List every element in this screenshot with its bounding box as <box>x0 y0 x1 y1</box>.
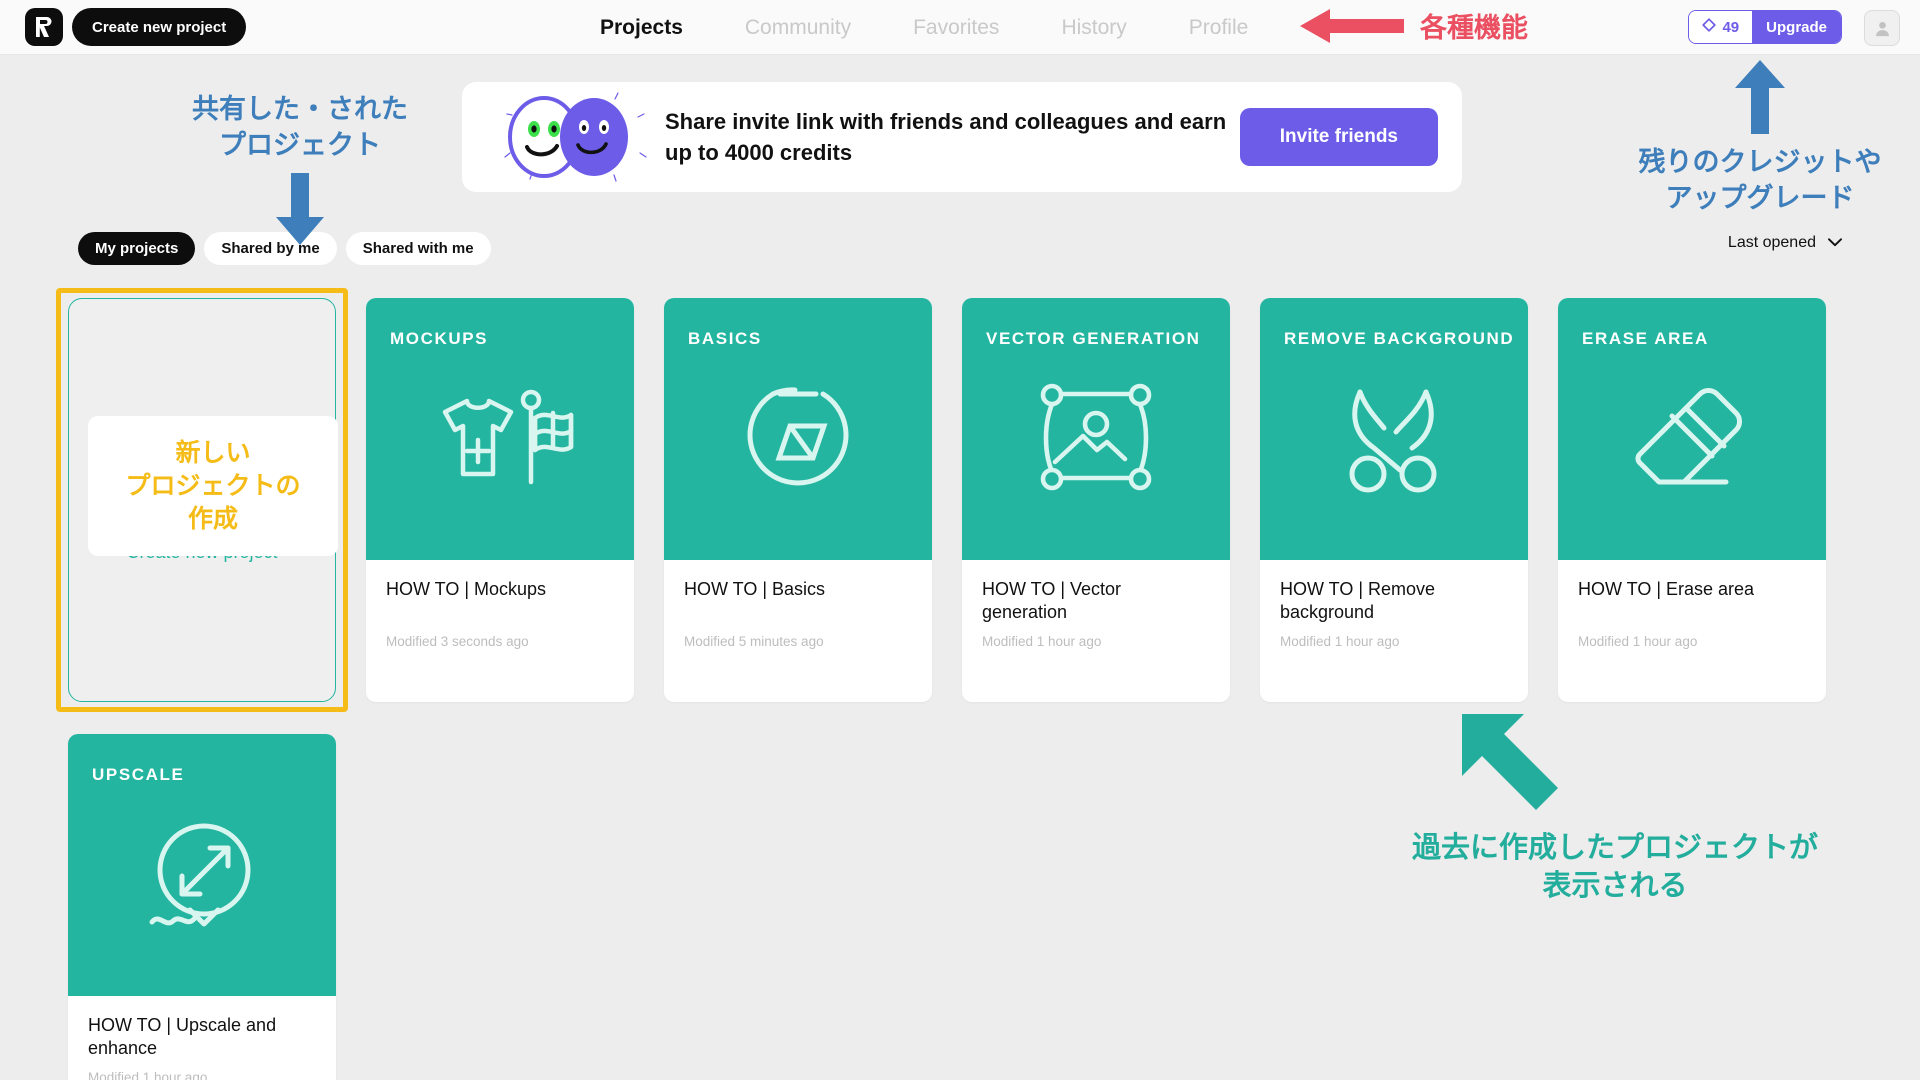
project-card-remove-background[interactable]: REMOVE BACKGROUND HOW TO | Remove backgr… <box>1260 298 1528 702</box>
card-modified: Modified 3 seconds ago <box>386 634 529 649</box>
chevron-down-icon <box>1828 234 1842 252</box>
annotation-credits-upgrade: 残りのクレジットや アップグレード <box>1600 58 1920 216</box>
annotation-shared-projects-text: 共有した・された プロジェクト <box>192 94 408 160</box>
card-title: HOW TO | Erase area <box>1578 579 1755 599</box>
tshirt-flag-icon <box>366 382 634 492</box>
page-root: Create new project Projects Community Fa… <box>0 0 1920 1080</box>
user-avatar-icon <box>1875 21 1889 36</box>
annotation-credits-upgrade-text: 残りのクレジットや アップグレード <box>1638 147 1882 213</box>
nav-item-projects[interactable]: Projects <box>600 16 683 40</box>
card-kicker: UPSCALE <box>92 765 185 784</box>
card-title: HOW TO | Upscale and enhance <box>88 1015 277 1059</box>
projects-grid: Create new project MOCKUPS <box>68 298 1858 1080</box>
card-body: HOW TO | Erase area Modified 1 hour ago <box>1558 560 1826 702</box>
app-header: Create new project Projects Community Fa… <box>0 0 1920 55</box>
card-kicker: MOCKUPS <box>390 329 489 348</box>
project-card-mockups[interactable]: MOCKUPS HOW TO | Mockups Modified 3 seco… <box>366 298 634 702</box>
card-body: HOW TO | Remove background Modified 1 ho… <box>1260 560 1528 702</box>
nav-item-history[interactable]: History <box>1061 16 1126 40</box>
annotation-new-project-box: 新しい プロジェクトの 作成 <box>88 416 338 556</box>
card-thumbnail: UPSCALE <box>68 734 336 996</box>
card-kicker: ERASE AREA <box>1582 329 1709 348</box>
card-kicker: BASICS <box>688 329 762 348</box>
card-thumbnail: MOCKUPS <box>366 298 634 560</box>
nav-item-community[interactable]: Community <box>745 16 851 40</box>
invite-banner-text: Share invite link with friends and colle… <box>665 108 1227 165</box>
card-thumbnail: VECTOR GENERATION <box>962 298 1230 560</box>
nav-item-profile[interactable]: Profile <box>1189 16 1249 40</box>
nav-item-favorites[interactable]: Favorites <box>913 16 999 40</box>
project-card-upscale[interactable]: UPSCALE HOW TO | Upscale and enhance Mod… <box>68 734 336 1080</box>
invite-friends-button[interactable]: Invite friends <box>1239 108 1438 166</box>
scissors-icon <box>1260 382 1528 498</box>
circle-shape-icon <box>664 382 932 500</box>
credits-upgrade-group: 49 Upgrade <box>1688 10 1842 44</box>
card-title: HOW TO | Vector generation <box>982 579 1122 623</box>
card-thumbnail: BASICS <box>664 298 932 560</box>
card-modified: Modified 1 hour ago <box>1280 634 1400 649</box>
card-title: HOW TO | Mockups <box>386 579 547 599</box>
annotation-new-project-text: 新しい プロジェクトの 作成 <box>125 438 301 533</box>
card-title: HOW TO | Remove background <box>1280 579 1436 623</box>
recraft-logo-icon[interactable] <box>25 8 63 46</box>
eraser-icon <box>1558 382 1826 498</box>
main-nav: Projects Community Favorites History Pro… <box>600 0 1248 55</box>
upscale-magnifier-icon <box>68 818 336 942</box>
card-kicker: VECTOR GENERATION <box>986 329 1201 348</box>
card-kicker: REMOVE BACKGROUND <box>1284 329 1515 348</box>
tab-my-projects[interactable]: My projects <box>78 232 196 265</box>
avatar[interactable] <box>1864 10 1900 46</box>
up-arrow-icon <box>1600 58 1920 139</box>
card-modified: Modified 1 hour ago <box>88 1070 208 1080</box>
invite-banner: Share invite link with friends and colle… <box>462 82 1462 192</box>
card-title: HOW TO | Basics <box>684 579 826 599</box>
card-modified: Modified 1 hour ago <box>1578 634 1698 649</box>
annotation-shared-projects: 共有した・された プロジェクト <box>150 92 450 252</box>
card-body: HOW TO | Mockups Modified 3 seconds ago <box>366 560 634 702</box>
diamond-icon <box>1702 18 1717 36</box>
tab-shared-by-me[interactable]: Shared by me <box>204 232 337 265</box>
project-card-erase-area[interactable]: ERASE AREA HOW TO | Erase area Modified … <box>1558 298 1826 702</box>
sort-label: Last opened <box>1727 234 1816 251</box>
card-modified: Modified 1 hour ago <box>982 634 1102 649</box>
card-thumbnail: ERASE AREA <box>1558 298 1826 560</box>
vector-nodes-image-icon <box>962 382 1230 494</box>
tab-shared-with-me[interactable]: Shared with me <box>345 232 491 265</box>
card-body: HOW TO | Upscale and enhance Modified 1 … <box>68 996 336 1080</box>
project-card-vector-generation[interactable]: VECTOR GENERATION HOW TO | Vector genera… <box>962 298 1230 702</box>
project-card-basics[interactable]: BASICS HOW TO | Basics Modified 5 minute… <box>664 298 932 702</box>
card-thumbnail: REMOVE BACKGROUND <box>1260 298 1528 560</box>
create-new-project-button[interactable]: Create new project <box>72 8 247 46</box>
credits-badge[interactable]: 49 <box>1689 11 1753 43</box>
two-smiley-faces-icon <box>482 87 657 187</box>
sort-dropdown[interactable]: Last opened <box>1728 234 1842 252</box>
upgrade-button[interactable]: Upgrade <box>1752 11 1841 43</box>
credits-count-value: 49 <box>1722 18 1740 36</box>
card-body: HOW TO | Vector generation Modified 1 ho… <box>962 560 1230 702</box>
project-filter-tabs: My projects Shared by me Shared with me <box>78 232 491 265</box>
card-body: HOW TO | Basics Modified 5 minutes ago <box>664 560 932 702</box>
card-modified: Modified 5 minutes ago <box>684 634 824 649</box>
